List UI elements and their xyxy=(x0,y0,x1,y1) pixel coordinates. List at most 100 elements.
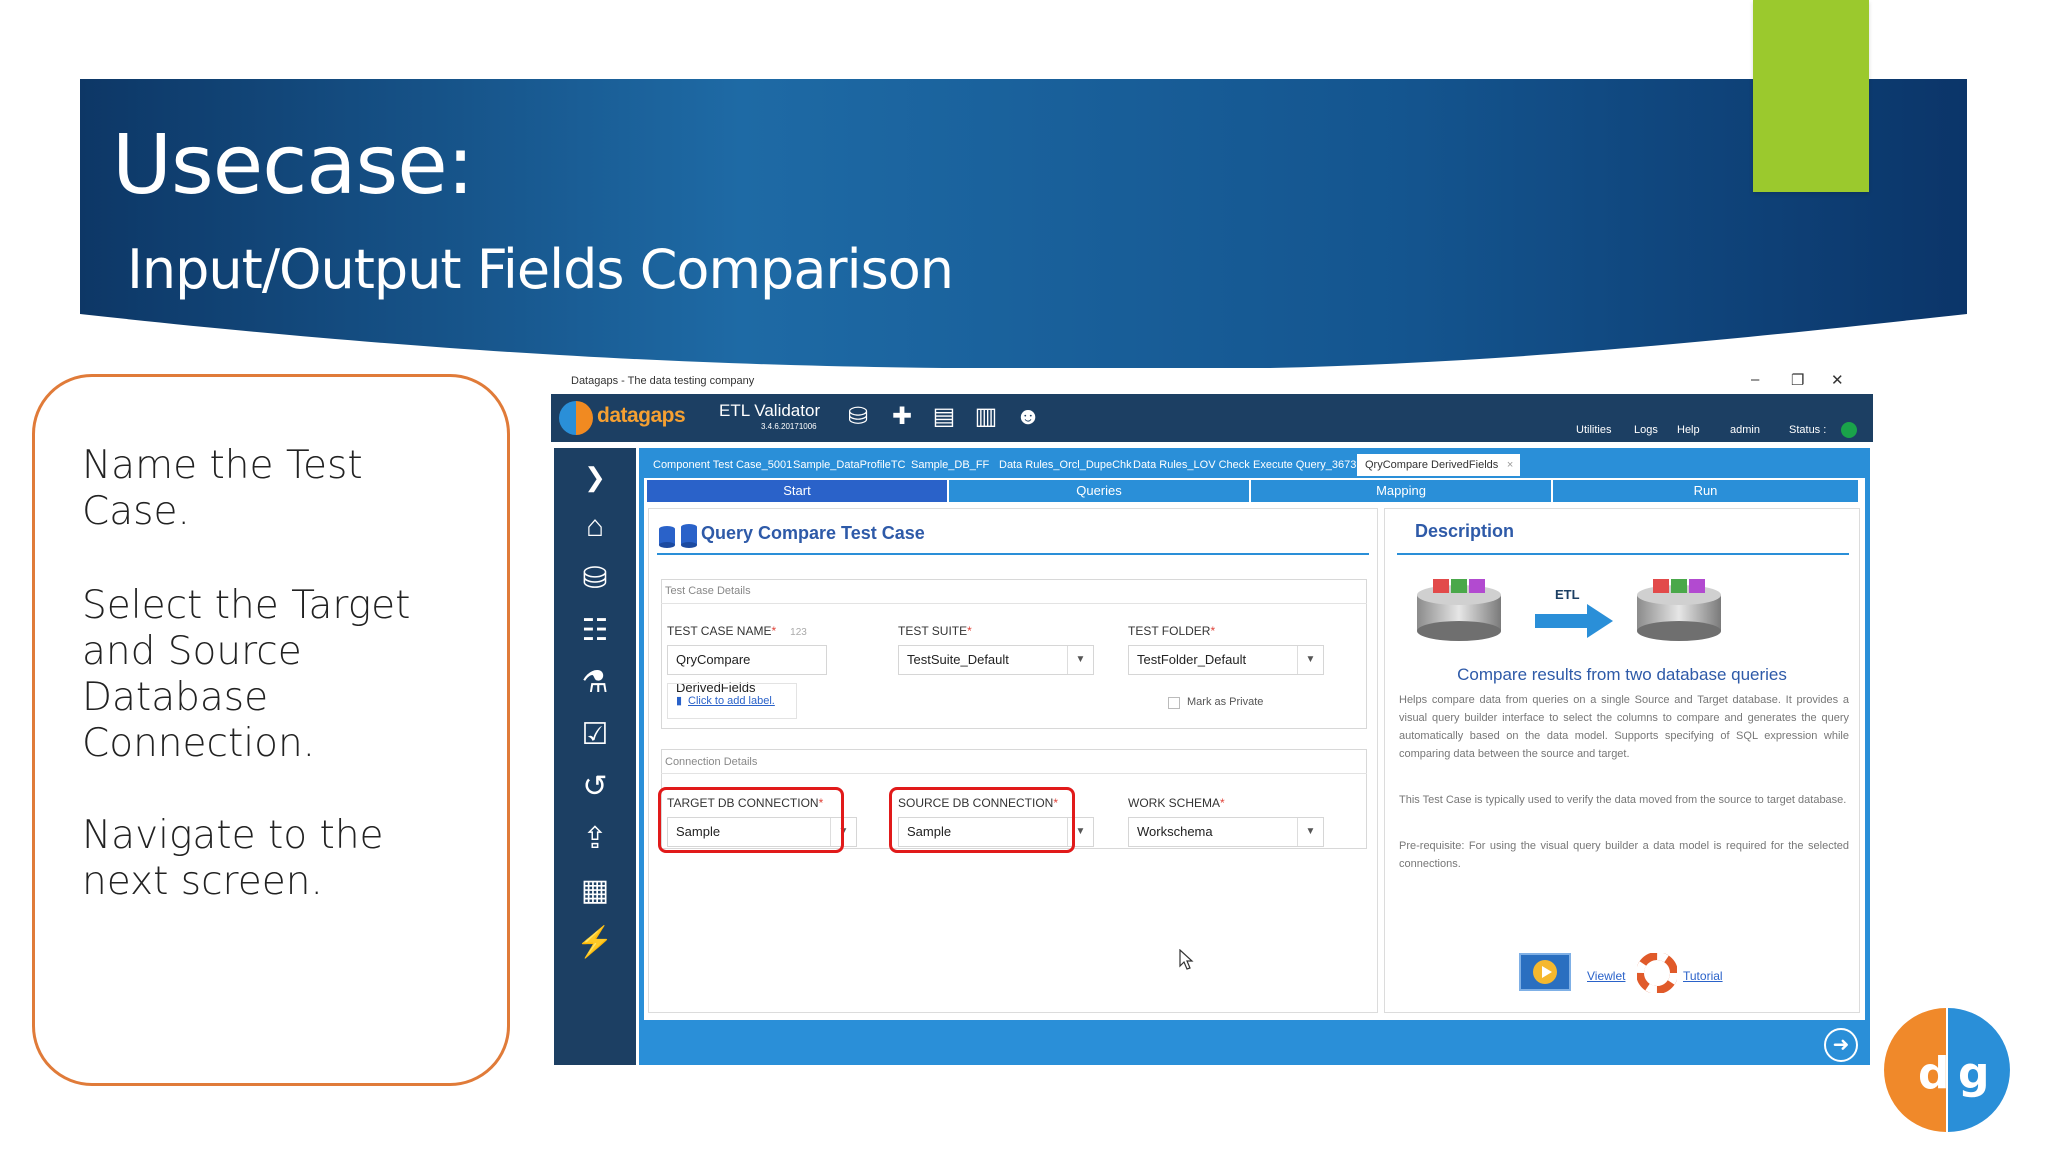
lifebuoy-icon[interactable] xyxy=(1637,953,1677,993)
viewlet-link[interactable]: Viewlet xyxy=(1587,969,1625,983)
tag-icon: ▮ xyxy=(676,695,683,707)
tab-sample-db-ff[interactable]: Sample_DB_FF xyxy=(903,454,997,476)
tab-data-rules-dupechk[interactable]: Data Rules_Orcl_DupeChk xyxy=(991,454,1140,476)
checkbox-icon[interactable]: ☑ xyxy=(576,716,614,754)
wizard-step-run[interactable]: Run xyxy=(1553,480,1858,502)
accent-tab xyxy=(1753,0,1869,192)
form-panel: Query Compare Test Case Test Case Detail… xyxy=(648,508,1378,1013)
required-marker: * xyxy=(1220,796,1225,810)
target-db-highlight xyxy=(658,787,844,853)
etl-arrow-icon xyxy=(1535,604,1613,638)
source-database-icon xyxy=(1417,579,1501,641)
label-text: TEST FOLDER xyxy=(1128,624,1211,638)
window-title: Datagaps - The data testing company xyxy=(571,375,755,387)
label-text: TEST SUITE xyxy=(898,624,968,638)
test-suite-value: TestSuite_Default xyxy=(907,652,1009,667)
hierarchy-icon[interactable]: ☷ xyxy=(576,612,614,650)
tab-data-rules-lov[interactable]: Data Rules_LOV Check xyxy=(1125,454,1258,476)
tab-sample-dataprofile[interactable]: Sample_DataProfileTC xyxy=(785,454,914,476)
svg-text:g: g xyxy=(1958,1048,1990,1099)
history-icon[interactable]: ↺ xyxy=(576,768,614,806)
target-database-icon xyxy=(1637,579,1721,641)
description-panel: Description ETL Compare results from two… xyxy=(1384,508,1860,1013)
section-divider xyxy=(661,603,1367,604)
product-version: 3.4.6.20171006 xyxy=(761,422,817,431)
description-heading: Compare results from two database querie… xyxy=(1457,665,1787,684)
database-icon[interactable]: ⛁ xyxy=(576,560,614,598)
user-menu[interactable]: admin xyxy=(1730,424,1760,436)
logo-text: datagaps xyxy=(597,404,686,427)
work-schema-label: WORK SCHEMA* xyxy=(1128,796,1225,810)
description-para-2: This Test Case is typically used to veri… xyxy=(1399,794,1847,806)
status-label: Status : xyxy=(1789,424,1827,436)
wizard-steps: Start Queries Mapping Run xyxy=(647,480,1862,502)
required-marker: * xyxy=(1210,624,1216,638)
export-icon[interactable]: ⇪ xyxy=(576,820,614,858)
tab-execute-query[interactable]: Execute Query_3673 xyxy=(1245,454,1364,476)
required-marker: * xyxy=(967,624,972,638)
work-schema-select[interactable]: Workschema ▼ xyxy=(1128,817,1324,847)
title-divider xyxy=(657,553,1369,555)
bolt-icon[interactable]: ⚡ xyxy=(576,924,614,962)
mark-private-label: Mark as Private xyxy=(1187,696,1264,708)
test-folder-select[interactable]: TestFolder_Default ▼ xyxy=(1128,645,1324,675)
mark-private-checkbox[interactable] xyxy=(1168,697,1180,709)
dropdown-arrow-icon[interactable]: ▼ xyxy=(1297,646,1323,674)
add-icon[interactable]: ✚ xyxy=(887,402,917,432)
users-icon[interactable]: ☻ xyxy=(1013,402,1043,432)
tab-close-icon[interactable]: × xyxy=(1507,454,1513,476)
step-navigate-next: Navigate to the next screen. xyxy=(82,813,384,904)
document-tabs: Component Test Case_5001 Sample_DataProf… xyxy=(639,448,1870,478)
test-case-name-input[interactable]: QryCompare DerivedFields xyxy=(667,645,827,695)
content-area: Start Queries Mapping Run Query Compare … xyxy=(644,478,1865,1020)
step-select-connections: Select the Target and Source Database Co… xyxy=(82,583,411,766)
description-divider xyxy=(1397,553,1849,555)
add-label-link[interactable]: Click to add label. xyxy=(688,695,775,707)
viewlet-play-icon[interactable] xyxy=(1519,953,1571,991)
tab-qrycompare-derivedfields[interactable]: QryCompare DerivedFields × xyxy=(1357,454,1521,476)
database-settings-icon[interactable]: ⛁ xyxy=(843,402,873,432)
dropdown-arrow-icon[interactable]: ▼ xyxy=(1297,818,1323,846)
char-counter: 123 xyxy=(790,627,807,638)
slide-subtitle: Input/Output Fields Comparison xyxy=(127,238,954,301)
query-compare-icon xyxy=(659,524,697,548)
datagaps-logo-icon xyxy=(559,401,593,435)
expand-chevron-icon[interactable]: ❯ xyxy=(576,458,614,496)
dg-logo-icon: d g xyxy=(1884,1008,2010,1132)
tab-component-test-case[interactable]: Component Test Case_5001 xyxy=(645,454,800,476)
logs-link[interactable]: Logs xyxy=(1634,424,1658,436)
steps-callout: Name the Test Case. Select the Target an… xyxy=(32,374,510,1086)
home-icon[interactable]: ⌂ xyxy=(576,508,614,546)
sidebar: ❯ ⌂ ⛁ ☷ ⚗ ☑ ↺ ⇪ ▦ ⚡ xyxy=(554,448,636,1065)
flask-icon[interactable]: ⚗ xyxy=(576,664,614,702)
connection-details-label: Connection Details xyxy=(665,756,758,768)
utilities-link[interactable]: Utilities xyxy=(1576,424,1611,436)
workspace: Component Test Case_5001 Sample_DataProf… xyxy=(639,448,1870,1065)
status-indicator xyxy=(1841,422,1857,438)
description-para-1: Helps compare data from queries on a sin… xyxy=(1399,694,1849,760)
close-button[interactable]: ✕ xyxy=(1831,371,1844,389)
wizard-step-start[interactable]: Start xyxy=(647,480,947,502)
label-box: ▮ Click to add label. xyxy=(667,683,797,719)
product-name: ETL Validator xyxy=(719,401,821,420)
test-suite-select[interactable]: TestSuite_Default ▼ xyxy=(898,645,1094,675)
next-arrow-button[interactable]: ➜ xyxy=(1824,1028,1858,1062)
help-link[interactable]: Help xyxy=(1677,424,1700,436)
restore-button[interactable]: ❐ xyxy=(1791,371,1804,389)
wizard-step-queries[interactable]: Queries xyxy=(949,480,1249,502)
label-text: TEST CASE NAME xyxy=(667,624,772,638)
tutorial-link[interactable]: Tutorial xyxy=(1683,969,1723,983)
sql-icon[interactable]: ▤ xyxy=(929,402,959,432)
footer-bar: ➜ xyxy=(639,1020,1870,1065)
app-header: datagaps ETL Validator 3.4.6.20171006 ⛁ … xyxy=(551,394,1873,442)
reports-icon[interactable]: ▥ xyxy=(971,402,1001,432)
calendar-icon[interactable]: ▦ xyxy=(576,872,614,910)
slide-title: Usecase: xyxy=(112,118,474,213)
dropdown-arrow-icon[interactable]: ▼ xyxy=(1067,646,1093,674)
wizard-step-mapping[interactable]: Mapping xyxy=(1251,480,1551,502)
required-marker: * xyxy=(771,624,777,638)
svg-text:d: d xyxy=(1918,1048,1950,1099)
section-divider xyxy=(661,773,1367,774)
app-window: Datagaps - The data testing company – ❐ … xyxy=(551,368,1873,1065)
minimize-button[interactable]: – xyxy=(1751,371,1759,388)
